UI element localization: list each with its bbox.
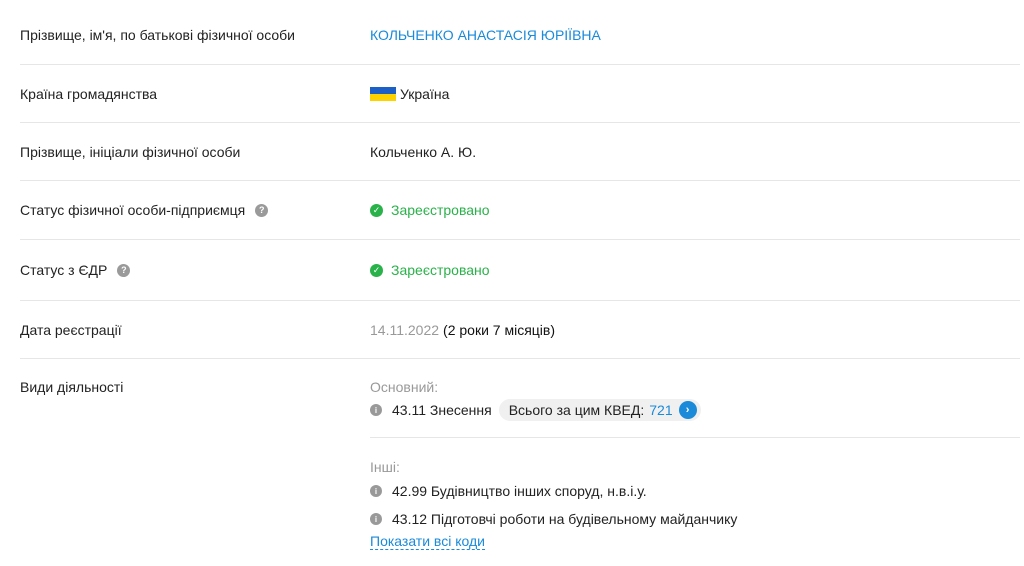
reg-date-label: Дата реєстрації (20, 321, 122, 338)
reg-date-value: 14.11.2022 (370, 321, 440, 338)
other-activity-text: 42.99 Будівництво інших споруд, н.в.і.у. (392, 483, 647, 499)
check-circle-icon: ✓ (370, 203, 383, 217)
row-edr-status: Статус з ЄДР ? ✓ Зареєстровано (20, 240, 1020, 301)
row-full-name: Прізвище, ім'я, по батькові фізичної осо… (20, 6, 1020, 65)
row-fop-status: Статус фізичної особи-підприємця ? ✓ Зар… (20, 181, 1020, 240)
list-item: i 43.12 Підготовчі роботи на будівельном… (370, 511, 1020, 527)
status-badge: ✓ Зареєстровано (370, 202, 490, 218)
help-icon[interactable]: ? (117, 263, 131, 277)
show-all-codes-link[interactable]: Показати всі коди (370, 533, 485, 550)
activities-label: Види діяльності (20, 379, 124, 395)
country-value: Україна (400, 85, 450, 102)
reg-date-duration: (2 роки 7 місяців) (443, 321, 555, 338)
info-icon: i (370, 513, 382, 525)
other-activities-label: Інші: (370, 459, 400, 475)
row-short-name: Прізвище, ініціали фізичної особи Кольче… (20, 123, 1020, 181)
edr-status-value: Зареєстровано (391, 262, 490, 278)
check-circle-icon: ✓ (370, 263, 383, 277)
status-badge: ✓ Зареєстровано (370, 262, 490, 278)
chevron-right-icon[interactable]: › (678, 401, 697, 419)
row-reg-date: Дата реєстрації 14.11.2022 (2 роки 7 міс… (20, 301, 1020, 359)
fop-status-value: Зареєстровано (391, 202, 490, 218)
main-activity-code: 43.11 Знесення (392, 402, 492, 418)
kved-total-pill[interactable]: Всього за цим КВЕД: 721 › (498, 399, 701, 421)
kved-total-label: Всього за цим КВЕД: (508, 402, 645, 418)
kved-total-count: 721 (649, 402, 673, 418)
info-icon: i (370, 404, 382, 416)
main-activity-label: Основний: (370, 379, 439, 395)
main-activity-item: i 43.11 Знесення Всього за цим КВЕД: 721… (370, 399, 1020, 421)
info-icon: i (370, 485, 382, 497)
row-country: Країна громадянства Україна (20, 65, 1020, 123)
row-activities: Види діяльності Основний: i 43.11 Знесен… (20, 359, 1020, 564)
short-name-value: Кольченко А. Ю. (370, 143, 477, 160)
list-item: i 42.99 Будівництво інших споруд, н.в.і.… (370, 483, 1020, 499)
full-name-link[interactable]: КОЛЬЧЕНКО АНАСТАСІЯ ЮРІЇВНА (370, 27, 601, 43)
country-label: Країна громадянства (20, 85, 158, 102)
ukraine-flag-icon (370, 86, 396, 101)
short-name-label: Прізвище, ініціали фізичної особи (20, 143, 241, 160)
help-icon[interactable]: ? (255, 203, 269, 217)
edr-status-label: Статус з ЄДР (20, 262, 108, 278)
fop-status-label: Статус фізичної особи-підприємця (20, 202, 246, 218)
full-name-label: Прізвище, ім'я, по батькові фізичної осо… (20, 27, 296, 43)
other-activity-text: 43.12 Підготовчі роботи на будівельному … (392, 511, 738, 527)
divider (370, 437, 1020, 438)
fop-details-table: Прізвище, ім'я, по батькові фізичної осо… (20, 6, 1020, 564)
